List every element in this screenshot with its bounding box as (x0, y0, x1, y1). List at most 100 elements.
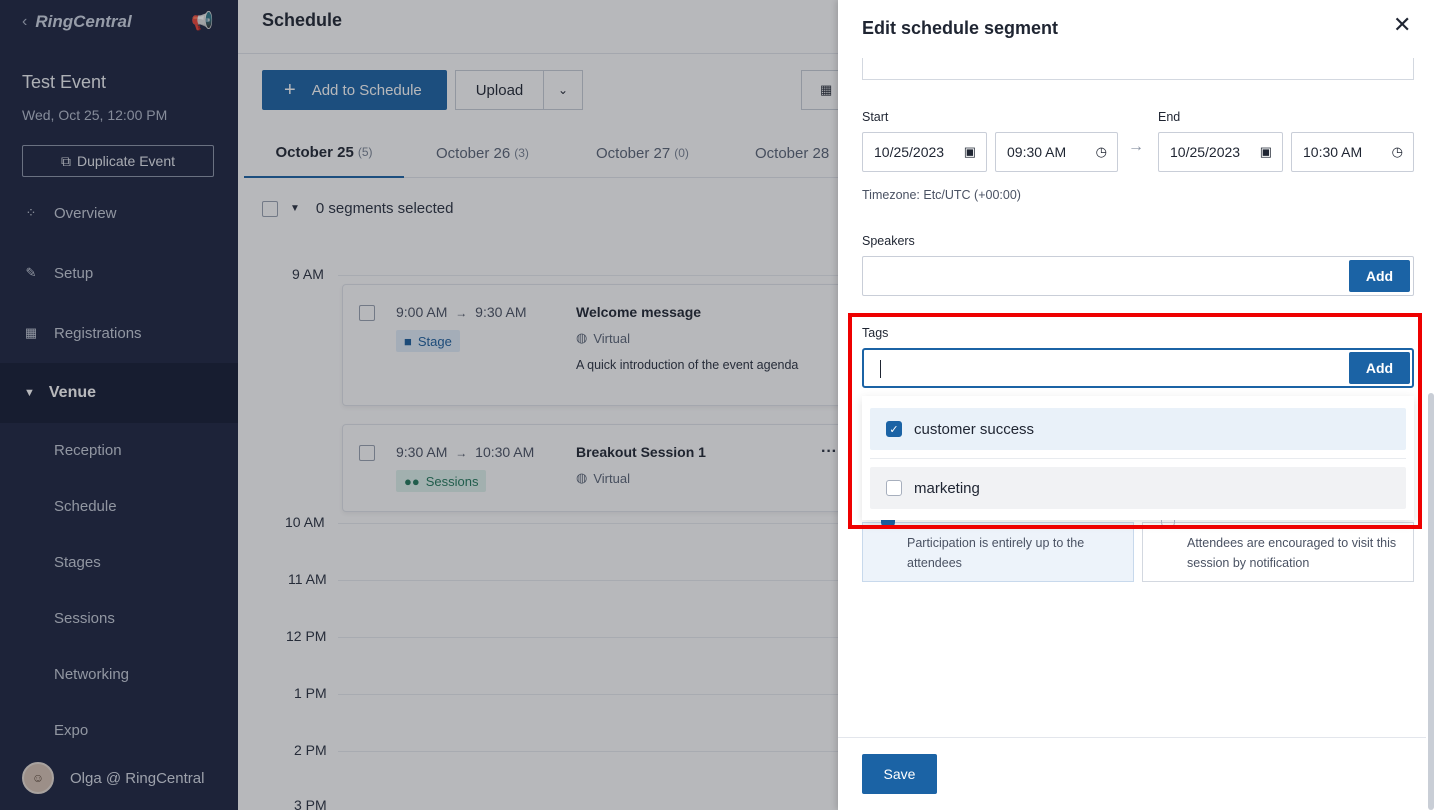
page-title: Schedule (262, 10, 343, 30)
speakers-input[interactable] (862, 256, 1414, 296)
start-time-input[interactable]: 09:30 AM ◷ (995, 132, 1118, 172)
brand-logo: RingCentral (35, 12, 132, 31)
tags-dropdown: ✓ customer success marketing (862, 396, 1414, 520)
people-icon: ●● (404, 473, 420, 489)
event-date: Wed, Oct 25, 12:00 PM (22, 107, 168, 123)
edit-segment-drawer: Edit schedule segment ✕ Start End 10/25/… (838, 0, 1438, 810)
segment-place: ◍ Virtual (576, 470, 630, 486)
caret-down-icon: ▼ (24, 387, 35, 399)
add-speaker-button[interactable]: Add (1349, 260, 1410, 292)
drawer-title: Edit schedule segment (862, 18, 1059, 38)
start-time-value: 09:30 AM (1007, 144, 1067, 160)
clock-icon[interactable]: ◷ (1096, 144, 1107, 160)
plus-icon: + (284, 78, 296, 101)
tab-label: October 25 (275, 143, 354, 161)
end-time-value: 10:30 AM (1303, 144, 1363, 160)
radio-unselected-icon (1161, 519, 1175, 529)
sidebar-item-stages[interactable]: Stages (54, 554, 101, 571)
previous-field[interactable] (862, 58, 1414, 80)
speakers-label: Speakers (862, 234, 915, 248)
scrollbar[interactable] (1428, 393, 1434, 810)
tab-label: October 27 (596, 144, 671, 162)
place-label: Virtual (593, 470, 630, 486)
checkbox-empty-icon[interactable] (886, 480, 902, 496)
place-label: Virtual (593, 330, 630, 346)
timezone-text: Timezone: Etc/UTC (+00:00) (862, 188, 1021, 202)
upload-button[interactable]: Upload (455, 70, 543, 110)
select-all-checkbox[interactable] (262, 200, 278, 217)
participation-option-encouraged[interactable]: Attendees are encouraged to visit this s… (1142, 519, 1414, 582)
tag-option-label: marketing (914, 479, 980, 497)
tab-october-28[interactable]: October 28 (755, 128, 829, 178)
segment-end: 10:30 AM (475, 444, 535, 460)
sidebar-item-expo[interactable]: Expo (54, 722, 88, 739)
segment-description: A quick introduction of the event agenda (576, 358, 799, 372)
hour-line (338, 580, 838, 581)
checkbox-checked-icon[interactable]: ✓ (886, 421, 902, 437)
hour-line (338, 694, 838, 695)
chevron-down-icon[interactable]: ⌄ (543, 70, 583, 110)
clock-icon[interactable]: ◷ (1392, 144, 1403, 160)
add-tag-button[interactable]: Add (1349, 352, 1410, 384)
segment-checkbox[interactable] (359, 445, 375, 461)
caret-down-icon[interactable]: ▼ (290, 203, 300, 214)
add-to-schedule-button[interactable]: + Add to Schedule (262, 70, 447, 110)
main-content: Schedule + Add to Schedule Upload ⌄ ▦ Oc… (238, 0, 861, 810)
sidebar-item-setup[interactable]: ✎ Setup (22, 264, 94, 282)
back-chevron-icon[interactable]: ‹ (22, 13, 27, 31)
divider (838, 737, 1426, 738)
segment-badge: ●● Sessions (396, 470, 487, 492)
participation-text: Attendees are encouraged to visit this s… (1187, 536, 1397, 570)
duplicate-event-label: Duplicate Event (76, 153, 176, 169)
sidebar-item-overview[interactable]: ⁘ Overview (22, 204, 117, 222)
tab-count: (5) (357, 145, 373, 159)
save-button[interactable]: Save (862, 754, 937, 794)
segment-start: 9:00 AM (396, 304, 448, 320)
schedule-segment[interactable]: 9:00 AM → 9:30 AM ■ Stage Welcome messag… (342, 284, 842, 406)
duplicate-event-button[interactable]: ⧉ Duplicate Event (22, 145, 214, 177)
end-time-input[interactable]: 10:30 AM ◷ (1291, 132, 1414, 172)
calendar-icon[interactable]: ▣ (964, 144, 976, 160)
time-label: 10 AM (285, 514, 325, 530)
more-options-icon[interactable]: ··· (821, 443, 837, 461)
schedule-segment[interactable]: 9:30 AM → 10:30 AM ●● Sessions Breakout … (342, 424, 842, 512)
segment-title: Welcome message (576, 304, 702, 320)
brand[interactable]: ‹ RingCentral (22, 12, 132, 32)
tags-label: Tags (862, 326, 889, 340)
tab-october-27[interactable]: October 27 (0) (596, 128, 689, 178)
segment-start: 9:30 AM (396, 444, 448, 460)
tag-option-customer-success[interactable]: ✓ customer success (870, 408, 1406, 450)
megaphone-icon[interactable]: 📢 (191, 11, 213, 32)
participation-option-optional[interactable]: Participation is entirely up to the atte… (862, 519, 1134, 582)
sidebar-item-venue[interactable]: ▼ Venue (0, 363, 238, 423)
tag-option-marketing[interactable]: marketing (870, 467, 1406, 509)
tag-option-label: customer success (914, 420, 1035, 438)
tab-october-26[interactable]: October 26 (3) (436, 128, 529, 178)
end-date-value: 10/25/2023 (1170, 144, 1241, 160)
start-date-input[interactable]: 10/25/2023 ▣ (862, 132, 987, 172)
copy-icon: ⧉ (60, 152, 71, 169)
tags-input[interactable] (862, 348, 1414, 388)
calendar-icon[interactable]: ▣ (1260, 144, 1272, 160)
tab-count: (0) (674, 146, 689, 160)
badge-label: Sessions (425, 473, 479, 489)
pencil-icon: ✎ (25, 265, 37, 280)
sidebar-item-reception[interactable]: Reception (54, 442, 122, 459)
radio-selected-icon (881, 519, 895, 529)
user-menu[interactable]: ☺ Olga @ RingCentral (0, 746, 238, 810)
time-label: 11 AM (288, 571, 327, 587)
end-date-input[interactable]: 10/25/2023 ▣ (1158, 132, 1283, 172)
segment-checkbox[interactable] (359, 305, 375, 321)
close-icon[interactable]: ✕ (1393, 12, 1411, 38)
sidebar-item-registrations[interactable]: ▦ Registrations (22, 324, 142, 342)
sidebar-item-networking[interactable]: Networking (54, 666, 129, 683)
tab-october-25[interactable]: October 25 (5) (244, 128, 404, 178)
segment-end: 9:30 AM (475, 304, 527, 320)
tab-count: (3) (514, 146, 529, 160)
globe-icon: ◍ (576, 470, 588, 485)
page-header: Schedule (238, 0, 838, 54)
start-date-value: 10/25/2023 (874, 144, 945, 160)
segment-time: 9:00 AM → 9:30 AM (396, 304, 527, 320)
sidebar-item-sessions[interactable]: Sessions (54, 610, 115, 627)
sidebar-item-schedule[interactable]: Schedule (54, 498, 117, 515)
